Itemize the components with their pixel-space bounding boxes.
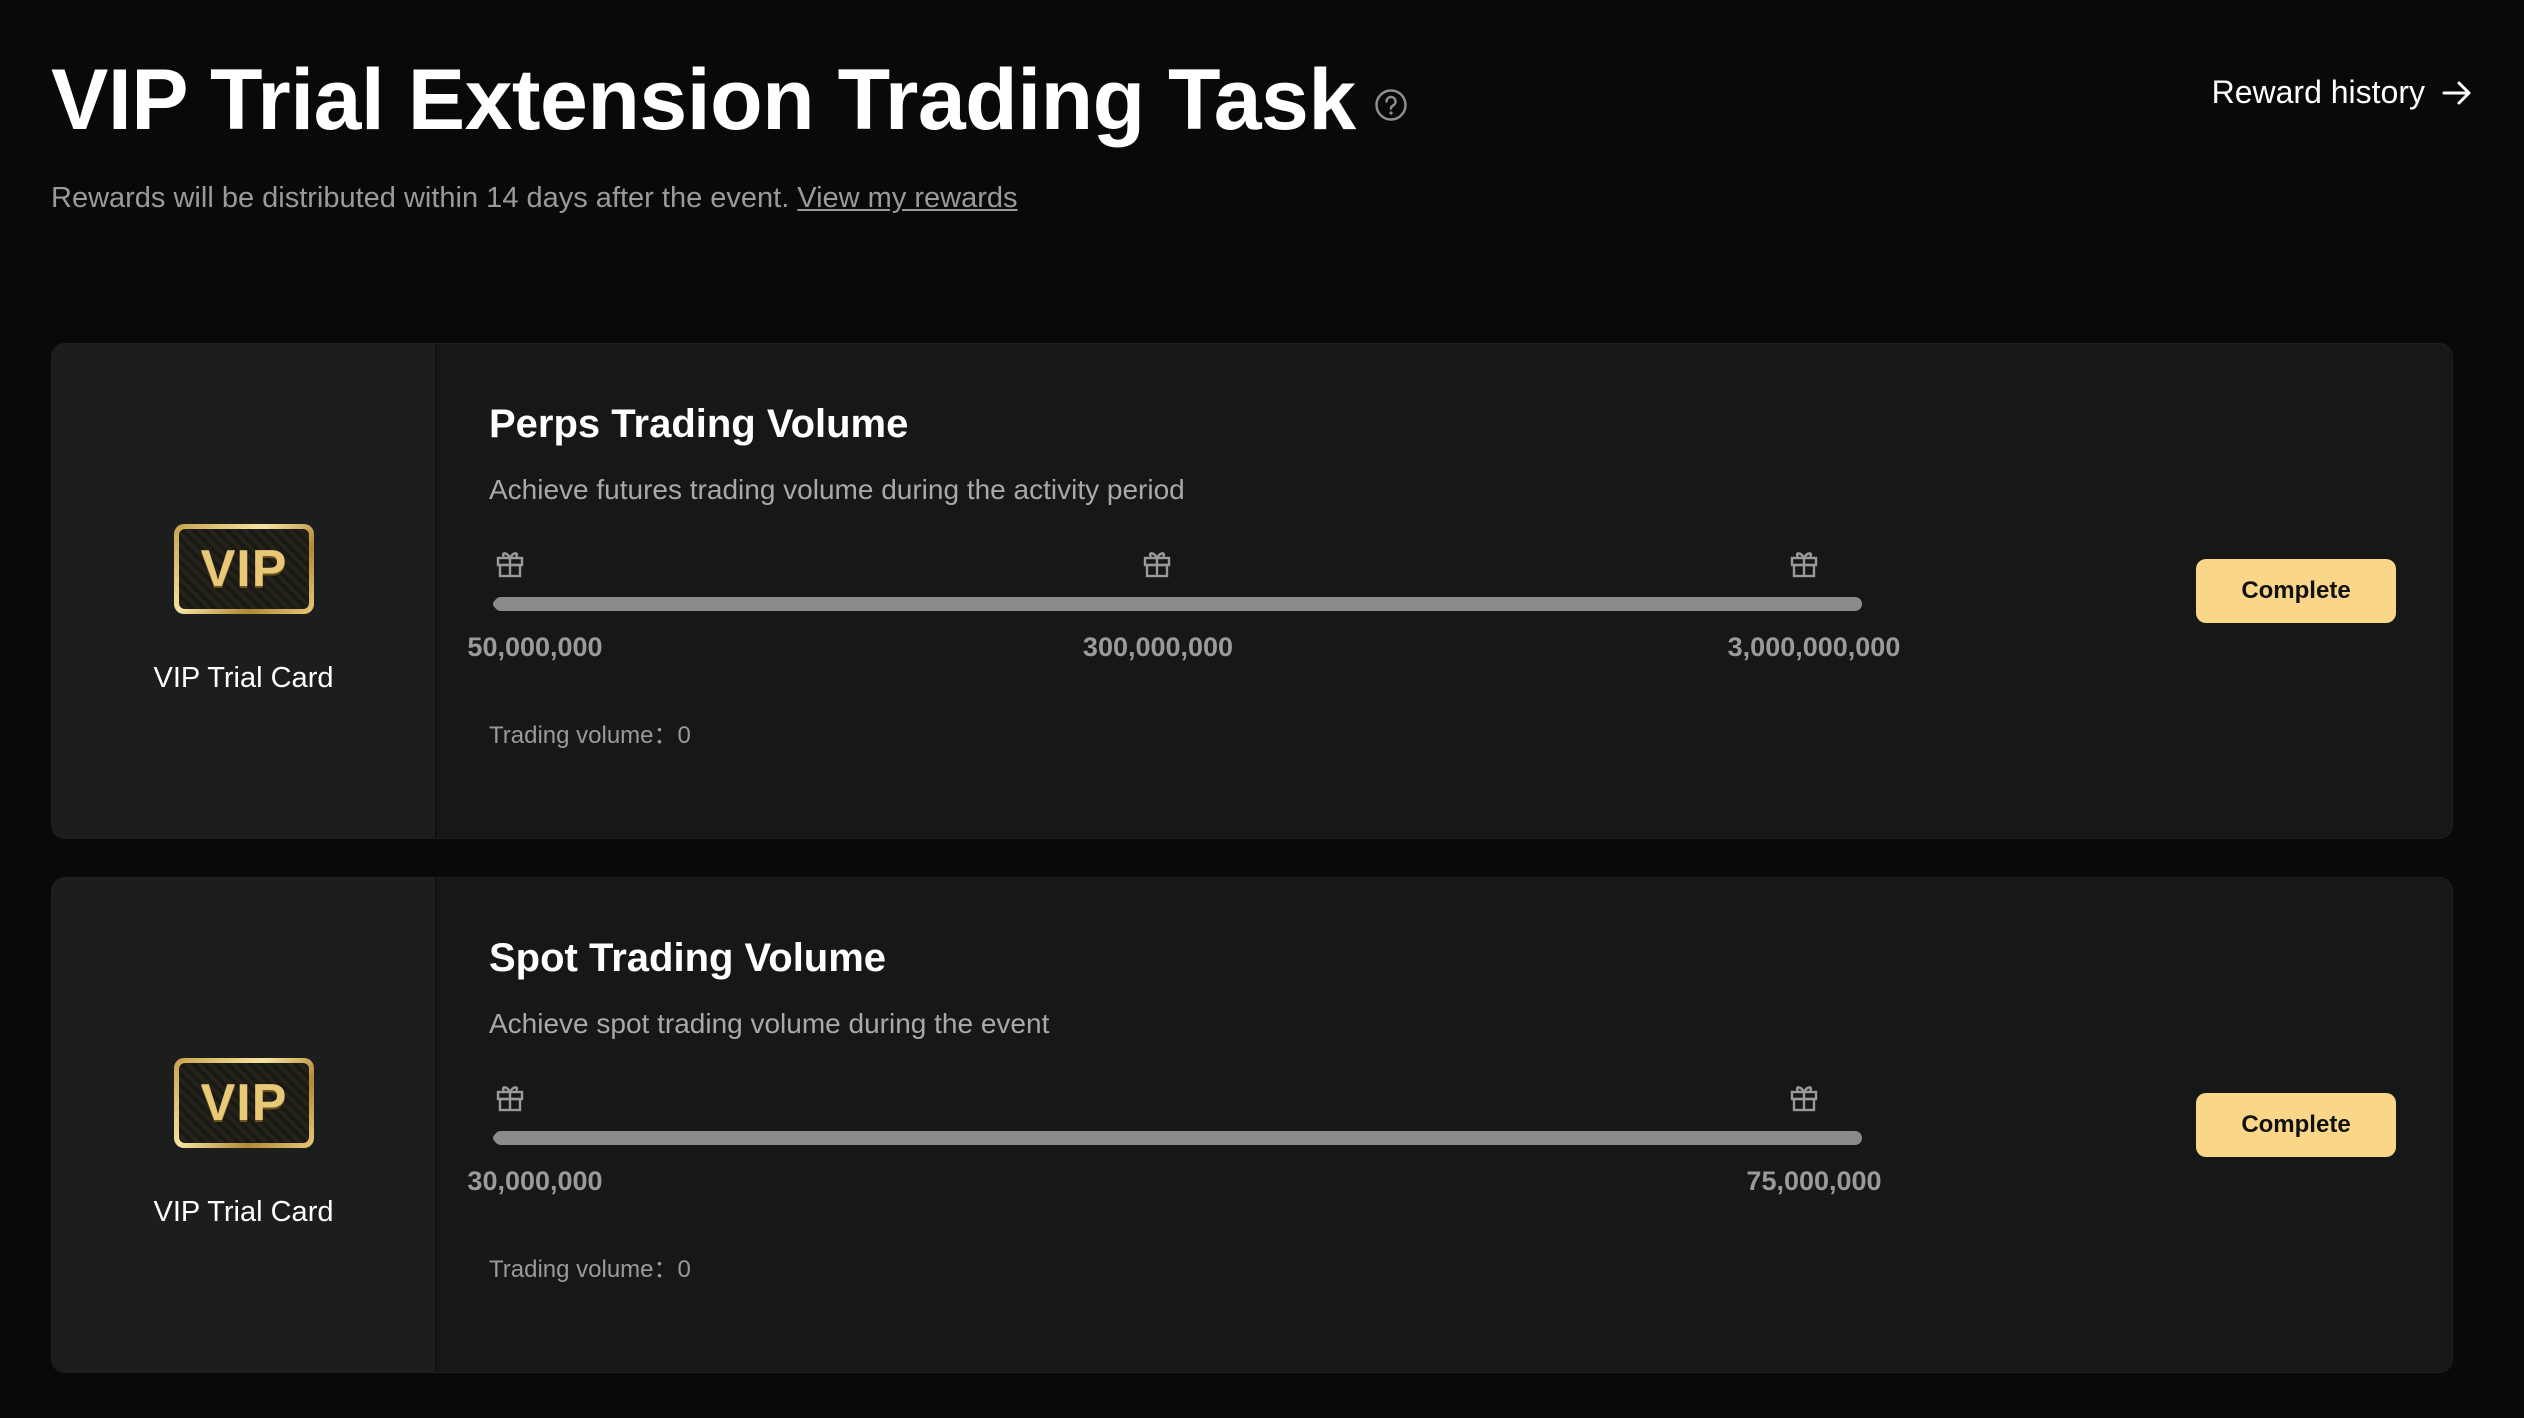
gift-icon <box>1790 552 1818 578</box>
progress-bar <box>494 597 1862 611</box>
gift-icon <box>1790 1086 1818 1112</box>
milestone-label: 300,000,000 <box>1082 632 1234 662</box>
subtitle-text: Rewards will be distributed within 14 da… <box>51 182 790 214</box>
milestone-label: 50,000,000 <box>467 632 603 662</box>
task-description: Achieve spot trading volume during the e… <box>489 1008 1050 1039</box>
task-card-spot: VIP VIP Trial Card Spot Trading Volume A… <box>51 877 2453 1373</box>
vip-badge-icon: VIP <box>174 524 314 614</box>
complete-button[interactable]: Complete <box>2196 1093 2396 1157</box>
reward-name: VIP Trial Card <box>153 662 334 694</box>
question-circle-icon[interactable] <box>1374 88 1408 122</box>
reward-panel: VIP VIP Trial Card <box>52 344 437 838</box>
arrow-right-icon <box>2442 81 2471 104</box>
subtitle: Rewards will be distributed within 14 da… <box>51 182 1018 215</box>
gift-icon <box>496 1086 524 1112</box>
gift-icon <box>496 552 524 578</box>
trading-volume: Trading volume：0 <box>489 722 691 749</box>
task-title: Perps Trading Volume <box>489 402 909 446</box>
milestone-label: 3,000,000,000 <box>1727 632 1901 662</box>
reward-history-label: Reward history <box>2211 74 2425 110</box>
milestone-label: 30,000,000 <box>467 1166 603 1196</box>
reward-history-link[interactable]: Reward history <box>2212 74 2473 111</box>
complete-button[interactable]: Complete <box>2196 559 2396 623</box>
page-header: VIP Trial Extension Trading Task Reward … <box>51 50 2473 150</box>
reward-panel: VIP VIP Trial Card <box>52 878 437 1372</box>
task-title: Spot Trading Volume <box>489 936 887 980</box>
title-row: VIP Trial Extension Trading Task <box>51 50 2473 150</box>
page-title: VIP Trial Extension Trading Task <box>51 52 1356 148</box>
vip-badge-text: VIP <box>179 1063 309 1143</box>
milestone-label: 75,000,000 <box>1746 1166 1882 1196</box>
task-card-perps: VIP VIP Trial Card Perps Trading Volume … <box>51 343 2453 839</box>
gift-icon <box>1143 552 1171 578</box>
trading-volume: Trading volume：0 <box>489 1256 691 1283</box>
progress-bar <box>494 1131 1862 1145</box>
vip-badge-text: VIP <box>179 529 309 609</box>
view-rewards-link[interactable]: View my rewards <box>797 182 1017 214</box>
task-description: Achieve futures trading volume during th… <box>489 474 1185 505</box>
reward-name: VIP Trial Card <box>153 1196 334 1228</box>
vip-badge-icon: VIP <box>174 1058 314 1148</box>
